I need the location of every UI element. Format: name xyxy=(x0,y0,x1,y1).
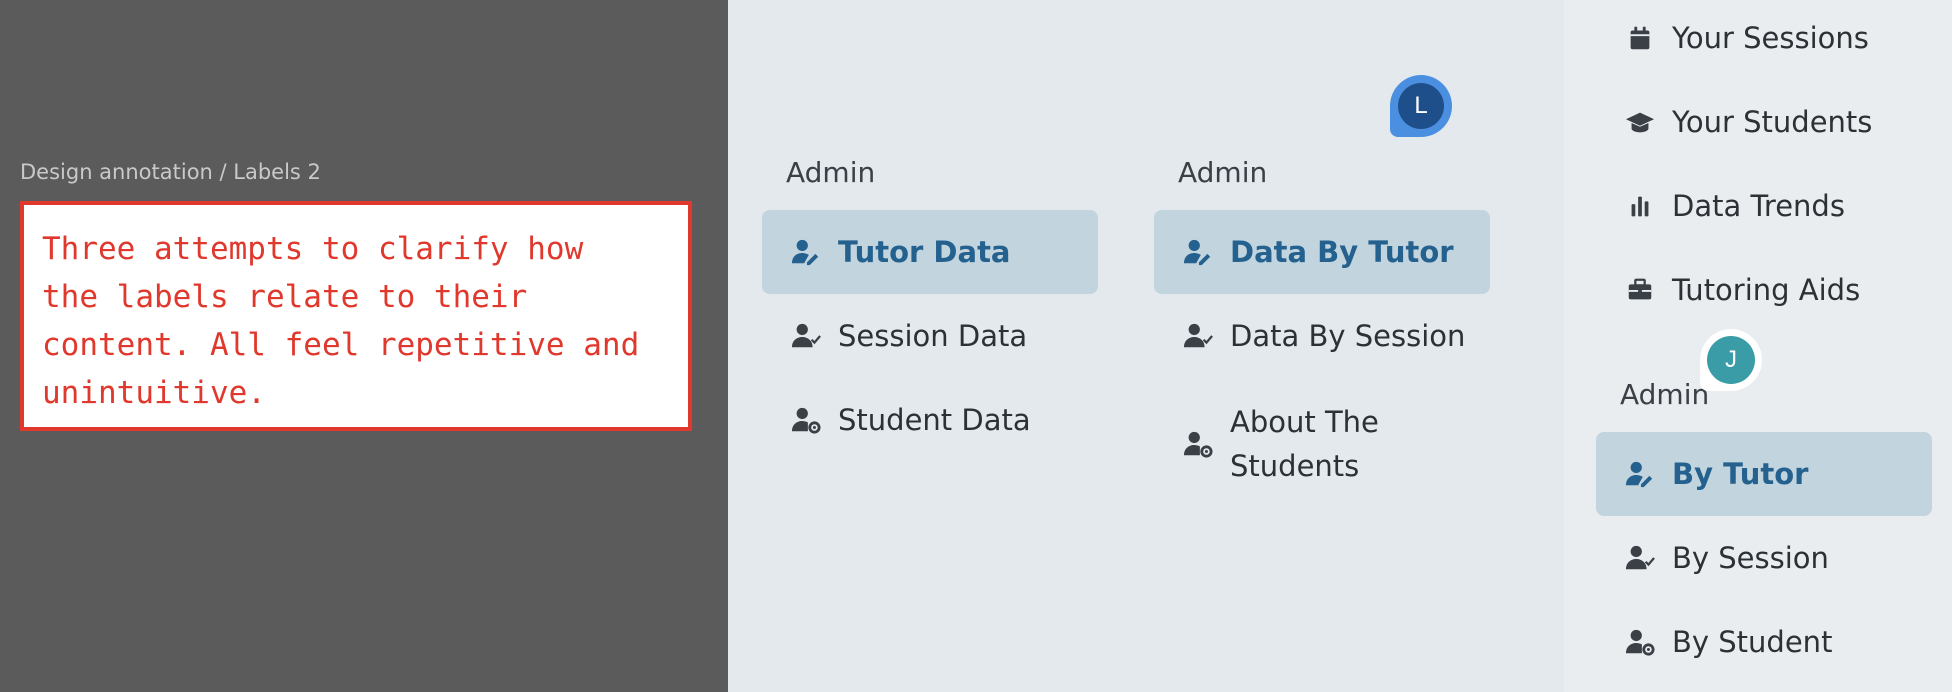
annotation-text: Three attempts to clarify how the labels… xyxy=(42,231,640,411)
nav-item-data-by-tutor[interactable]: Data By Tutor xyxy=(1154,210,1490,294)
user-pen-icon xyxy=(1624,458,1656,490)
collaborator-avatar-j[interactable]: J xyxy=(1700,329,1762,391)
frame-label[interactable]: Design annotation / Labels 2 xyxy=(20,160,321,184)
calendar-icon xyxy=(1624,22,1656,54)
nav-item-your-sessions[interactable]: Your Sessions xyxy=(1596,0,1932,80)
nav-item-by-student[interactable]: By Student xyxy=(1596,600,1932,684)
collaborator-avatar-l[interactable]: L xyxy=(1390,75,1452,137)
nav-item-label: By Tutor xyxy=(1672,457,1809,491)
avatar-initial-l: L xyxy=(1398,83,1444,129)
admin-heading-b: Admin xyxy=(1178,156,1268,189)
nav-item-session-data[interactable]: Session Data xyxy=(762,294,1098,378)
nav-item-student-data[interactable]: Student Data xyxy=(762,378,1098,462)
user-gear-icon xyxy=(1182,428,1214,460)
nav-item-label: Your Students xyxy=(1672,105,1873,139)
nav-item-by-session[interactable]: By Session xyxy=(1596,516,1932,600)
nav-item-tutoring-aids[interactable]: Tutoring Aids xyxy=(1596,248,1932,332)
nav-item-label: Data By Tutor xyxy=(1230,235,1454,269)
user-check-icon xyxy=(1182,320,1214,352)
graduation-cap-icon xyxy=(1624,106,1656,138)
nav-item-label: Data By Session xyxy=(1230,319,1466,353)
user-pen-icon xyxy=(790,236,822,268)
nav-item-by-tutor[interactable]: By Tutor xyxy=(1596,432,1932,516)
avatar-initial-j: J xyxy=(1707,336,1755,384)
bar-chart-icon xyxy=(1624,190,1656,222)
user-gear-icon xyxy=(790,404,822,436)
user-pen-icon xyxy=(1182,236,1214,268)
nav-item-label: Tutoring Aids xyxy=(1672,273,1861,307)
nav-item-data-trends[interactable]: Data Trends xyxy=(1596,164,1932,248)
annotation-note[interactable]: Three attempts to clarify how the labels… xyxy=(20,201,692,431)
nav-item-data-by-session[interactable]: Data By Session xyxy=(1154,294,1490,378)
user-gear-icon xyxy=(1624,626,1656,658)
admin-heading-a: Admin xyxy=(786,156,876,189)
nav-item-label: By Session xyxy=(1672,541,1829,575)
nav-item-label: Student Data xyxy=(838,403,1031,437)
nav-item-label: About The Students xyxy=(1230,405,1379,483)
nav-item-your-students[interactable]: Your Students xyxy=(1596,80,1932,164)
nav-item-label: Data Trends xyxy=(1672,189,1845,223)
nav-item-label: Session Data xyxy=(838,319,1028,353)
admin-heading-c: Admin xyxy=(1620,378,1710,411)
toolbox-icon xyxy=(1624,274,1656,306)
nav-item-label: Tutor Data xyxy=(838,235,1011,269)
canvas-background: Design annotation / Labels 2 Three attem… xyxy=(0,0,728,692)
user-check-icon xyxy=(790,320,822,352)
user-check-icon xyxy=(1624,542,1656,574)
nav-item-tutor-data[interactable]: Tutor Data xyxy=(762,210,1098,294)
nav-item-label: Your Sessions xyxy=(1672,21,1869,55)
nav-item-label: By Student xyxy=(1672,625,1833,659)
nav-item-about-the-students[interactable]: About The Students xyxy=(1154,392,1454,496)
